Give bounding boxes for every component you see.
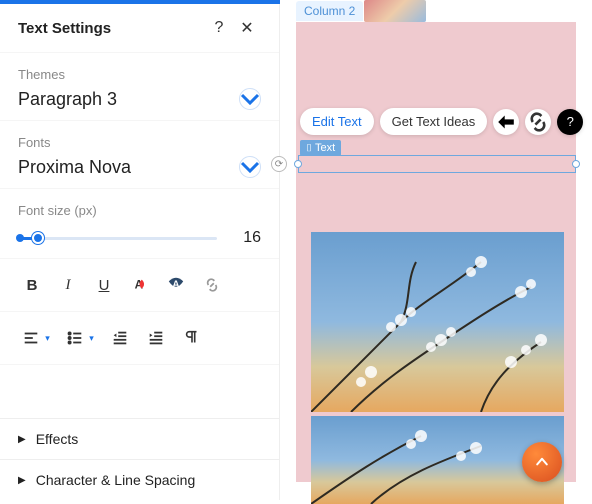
indent-button[interactable] — [138, 324, 174, 352]
fontsize-value[interactable]: 16 — [227, 229, 261, 247]
panel-header: Text Settings ? ✕ — [0, 4, 279, 53]
text-style-toolbar: B I U A A — [0, 259, 279, 312]
help-icon[interactable]: ? — [205, 19, 233, 37]
outdent-button[interactable] — [102, 324, 138, 352]
themes-section: Themes Paragraph 3 — [0, 53, 279, 121]
list-button[interactable]: ▾ — [58, 324, 102, 352]
resize-handle-right[interactable] — [572, 160, 580, 168]
thumbnail-image[interactable] — [364, 0, 426, 22]
themes-label: Themes — [18, 67, 261, 82]
fonts-section: Fonts Proxima Nova — [0, 121, 279, 189]
text-selection-box[interactable]: ⟳ — [298, 155, 576, 173]
svg-text:A: A — [172, 280, 179, 291]
spacing-label: Character & Line Spacing — [36, 472, 196, 488]
fontsize-slider-row: 16 — [18, 228, 261, 248]
get-text-ideas-button[interactable]: Get Text Ideas — [380, 108, 488, 135]
canvas-image[interactable] — [311, 232, 564, 412]
animation-icon[interactable] — [493, 109, 519, 135]
fonts-label: Fonts — [18, 135, 261, 150]
element-type-tag[interactable]: Text — [300, 140, 341, 156]
effects-label: Effects — [36, 431, 79, 447]
column-label[interactable]: Column 2 — [296, 1, 363, 21]
bold-button[interactable]: B — [14, 271, 50, 299]
themes-value: Paragraph 3 — [18, 89, 117, 110]
fonts-select[interactable]: Proxima Nova — [18, 156, 261, 178]
fontsize-slider[interactable] — [18, 228, 217, 248]
highlight-button[interactable]: A — [158, 271, 194, 299]
caret-right-icon: ▶ — [18, 475, 26, 486]
spacing-row[interactable]: ▶ Character & Line Spacing — [0, 459, 279, 500]
italic-button[interactable]: I — [50, 271, 86, 299]
fontsize-section: Font size (px) 16 — [0, 189, 279, 259]
rotate-handle[interactable]: ⟳ — [271, 156, 287, 172]
element-toolbar: Edit Text Get Text Ideas ? — [300, 108, 583, 135]
slider-thumb[interactable] — [32, 232, 44, 244]
fontsize-label: Font size (px) — [18, 203, 261, 218]
edit-text-button[interactable]: Edit Text — [300, 108, 374, 135]
link-icon[interactable] — [525, 109, 551, 135]
panel-title: Text Settings — [18, 20, 205, 37]
text-direction-button[interactable] — [174, 324, 210, 352]
chevron-down-icon[interactable] — [239, 88, 261, 110]
underline-button[interactable]: U — [86, 271, 122, 299]
close-icon[interactable]: ✕ — [233, 18, 261, 38]
link-button[interactable] — [194, 271, 230, 299]
scroll-top-button[interactable] — [522, 442, 562, 482]
fonts-value: Proxima Nova — [18, 157, 131, 178]
themes-select[interactable]: Paragraph 3 — [18, 88, 261, 110]
help-icon[interactable]: ? — [557, 109, 583, 135]
chevron-down-icon[interactable] — [239, 156, 261, 178]
paragraph-toolbar: ▾ ▾ — [0, 312, 279, 365]
align-button[interactable]: ▾ — [14, 324, 58, 352]
resize-handle-left[interactable] — [294, 160, 302, 168]
caret-right-icon: ▶ — [18, 434, 26, 445]
effects-row[interactable]: ▶ Effects — [0, 418, 279, 459]
text-settings-panel: Text Settings ? ✕ Themes Paragraph 3 Fon… — [0, 0, 280, 500]
text-color-button[interactable]: A — [122, 271, 158, 299]
